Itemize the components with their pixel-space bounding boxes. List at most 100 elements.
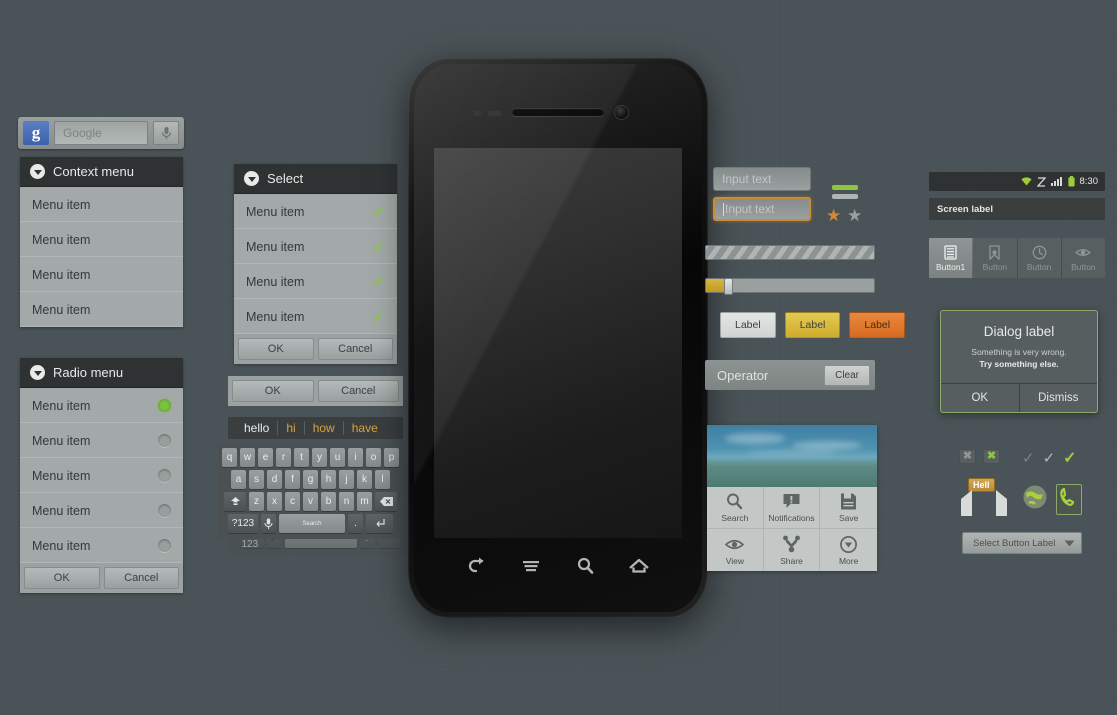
text-input-normal[interactable]: Input text xyxy=(713,167,811,191)
menu-cell-more[interactable]: More xyxy=(820,529,877,571)
suggestion-0[interactable]: hello xyxy=(236,421,279,435)
key-u[interactable]: u xyxy=(330,448,345,467)
period-key[interactable]: . xyxy=(348,514,363,533)
menu-cell-share[interactable]: Share xyxy=(764,529,821,571)
dialog-ok-button[interactable]: OK xyxy=(941,384,1020,412)
microphone-key[interactable] xyxy=(261,514,276,533)
key-k[interactable]: k xyxy=(357,470,372,489)
radio-button[interactable] xyxy=(158,504,171,517)
check-icon-light[interactable]: ✓ xyxy=(1043,449,1056,467)
key-e[interactable]: e xyxy=(258,448,273,467)
select-menu-item[interactable]: Menu item ✓ xyxy=(234,194,397,229)
close-icon-green[interactable]: ✖ xyxy=(983,449,1000,464)
radio-menu-item[interactable]: Menu item xyxy=(20,493,183,528)
key-r[interactable]: r xyxy=(276,448,291,467)
check-icon-dim[interactable]: ✓ xyxy=(1022,449,1035,467)
key-f[interactable]: f xyxy=(285,470,300,489)
seek-bar-slider[interactable] xyxy=(705,278,875,295)
key-s[interactable]: s xyxy=(249,470,264,489)
key-n[interactable]: n xyxy=(339,492,354,511)
tab-view[interactable]: Button xyxy=(1062,238,1105,278)
radio-menu-item[interactable]: Menu item xyxy=(20,423,183,458)
key-q[interactable]: q xyxy=(222,448,237,467)
key-x[interactable]: x xyxy=(267,492,282,511)
radio-button-selected[interactable] xyxy=(158,399,171,412)
google-search-widget[interactable]: g Google xyxy=(18,117,184,149)
menu-cell-notifications[interactable]: Notifications xyxy=(763,487,821,529)
home-icon[interactable] xyxy=(626,554,652,578)
select-menu-item[interactable]: Menu item ✓ xyxy=(234,299,397,334)
phone-screen[interactable] xyxy=(434,148,682,538)
radio-button[interactable] xyxy=(158,539,171,552)
space-key[interactable]: Search xyxy=(279,514,345,533)
menu-item[interactable]: Menu item xyxy=(20,222,183,257)
key-v[interactable]: v xyxy=(303,492,318,511)
radio-menu-item[interactable]: Menu item xyxy=(20,388,183,423)
menu-icon[interactable] xyxy=(518,554,544,578)
menu-cell-view[interactable]: View xyxy=(707,529,764,571)
label-button-gray[interactable]: Label xyxy=(720,312,776,338)
dialog-dismiss-button[interactable]: Dismiss xyxy=(1020,384,1098,412)
key-p[interactable]: p xyxy=(384,448,399,467)
toggle-switch-on[interactable] xyxy=(832,185,858,190)
menu-item[interactable]: Menu item xyxy=(20,257,183,292)
key-z[interactable]: z xyxy=(249,492,264,511)
ok-button[interactable]: OK xyxy=(232,380,314,402)
tab-clock[interactable]: Button xyxy=(1018,238,1062,278)
backspace-key[interactable] xyxy=(375,492,397,511)
radio-button[interactable] xyxy=(158,434,171,447)
shift-key[interactable] xyxy=(224,492,246,511)
key-j[interactable]: j xyxy=(339,470,354,489)
suggestion-2[interactable]: how xyxy=(305,421,344,435)
menu-item[interactable]: Menu item xyxy=(20,187,183,222)
key-g[interactable]: g xyxy=(303,470,318,489)
clear-button[interactable]: Clear xyxy=(824,364,870,386)
key-w[interactable]: w xyxy=(240,448,255,467)
key-d[interactable]: d xyxy=(267,470,282,489)
symbols-key[interactable]: ?123 xyxy=(228,514,258,533)
radio-button[interactable] xyxy=(158,469,171,482)
key-o[interactable]: o xyxy=(366,448,381,467)
key-b[interactable]: b xyxy=(321,492,336,511)
key-l[interactable]: l xyxy=(375,470,390,489)
microphone-icon[interactable] xyxy=(153,121,179,145)
enter-key[interactable] xyxy=(366,514,393,533)
key-m[interactable]: m xyxy=(357,492,372,511)
ok-button[interactable]: OK xyxy=(24,567,100,589)
cancel-button[interactable]: Cancel xyxy=(103,567,179,589)
search-icon[interactable] xyxy=(572,554,598,578)
ok-button[interactable]: OK xyxy=(238,338,314,360)
star-icon-empty[interactable]: ★ xyxy=(847,207,862,224)
key-a[interactable]: a xyxy=(231,470,246,489)
key-y[interactable]: y xyxy=(312,448,327,467)
suggestion-3[interactable]: have xyxy=(344,421,386,435)
back-icon[interactable] xyxy=(464,554,490,578)
key-c[interactable]: c xyxy=(285,492,300,511)
select-menu-item[interactable]: Menu item ✓ xyxy=(234,229,397,264)
key-h[interactable]: h xyxy=(321,470,336,489)
menu-item[interactable]: Menu item xyxy=(20,292,183,327)
label-button-orange[interactable]: Label xyxy=(849,312,906,338)
key-t[interactable]: t xyxy=(294,448,309,467)
suggestion-1[interactable]: hi xyxy=(278,421,305,435)
phone-icon[interactable] xyxy=(1056,484,1082,515)
star-icon-filled[interactable]: ★ xyxy=(826,207,841,224)
radio-menu-item[interactable]: Menu item xyxy=(20,528,183,563)
cancel-button[interactable]: Cancel xyxy=(317,380,399,402)
tab-button1[interactable]: Button1 xyxy=(929,238,974,278)
select-menu-item[interactable]: Menu item ✓ xyxy=(234,264,397,299)
google-search-input[interactable]: Google xyxy=(54,121,148,145)
toggle-switch-off[interactable] xyxy=(832,194,858,199)
tab-bookmark[interactable]: Button xyxy=(973,238,1018,278)
cancel-button[interactable]: Cancel xyxy=(317,338,393,360)
menu-cell-search[interactable]: Search xyxy=(707,487,764,529)
radio-menu-item[interactable]: Menu item xyxy=(20,458,183,493)
label-button-yellow[interactable]: Label xyxy=(784,312,841,338)
globe-icon[interactable] xyxy=(1022,484,1048,515)
button-label-spinner[interactable]: Select Button Label xyxy=(962,532,1082,554)
close-icon-gray[interactable]: ✖ xyxy=(959,449,976,464)
key-i[interactable]: i xyxy=(348,448,363,467)
menu-cell-save[interactable]: Save xyxy=(820,487,877,529)
text-input-focused[interactable]: Input text xyxy=(713,197,811,221)
slider-thumb[interactable] xyxy=(724,278,733,295)
